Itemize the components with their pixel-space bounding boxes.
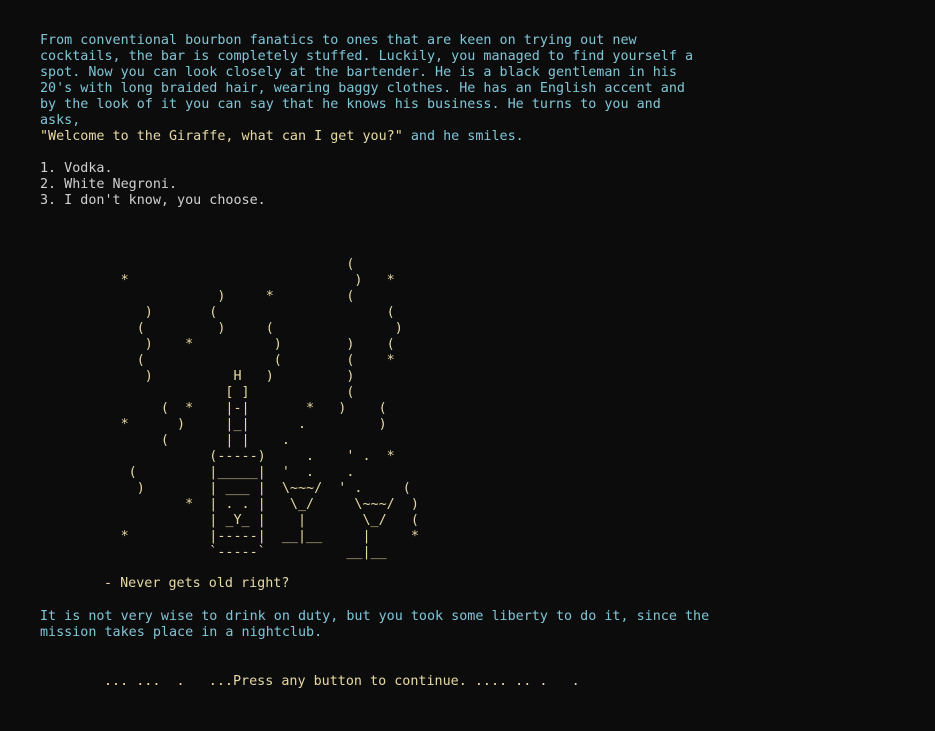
closing-line: mission takes place in a nightclub. [40,625,323,640]
narration-line: spot. Now you can look closely at the ba… [40,65,677,80]
dialogue-suffix: and he smiles. [402,129,524,144]
narration-text: From conventional bourbon fanatics to on… [40,33,693,145]
ascii-bar-art: ( * ) * ) * ( ) ( ( ( ) ( ) ) *)) ((… [120,257,419,560]
narration-line: 20's with long braided hair, wearing bag… [40,81,685,96]
narration-line: asks, [40,113,81,128]
closing-line: It is not very wise to drink on duty, bu… [40,609,710,624]
choice-list: 1. Vodka. 2. White Negroni. 3. I don't k… [40,161,266,209]
choice-option-vodka[interactable]: 1. Vodka. [40,161,113,176]
continue-prompt[interactable]: ... ... . ...Press any button to continu… [104,674,580,690]
choice-option-you-choose[interactable]: 3. I don't know, you choose. [40,193,266,208]
narration-line: From conventional bourbon fanatics to on… [40,33,637,48]
closing-text: It is not very wise to drink on duty, bu… [40,609,709,641]
narration-line: cocktails, the bar is completely stuffed… [40,49,694,64]
bartender-dialogue: "Welcome to the Giraffe, what can I get … [40,129,403,144]
console-window[interactable]: From conventional bourbon fanatics to on… [0,0,935,731]
choice-option-white-negroni[interactable]: 2. White Negroni. [40,177,177,192]
narration-line: by the look of it you can say that he kn… [40,97,661,112]
bartender-quote: - Never gets old right? [104,576,290,591]
